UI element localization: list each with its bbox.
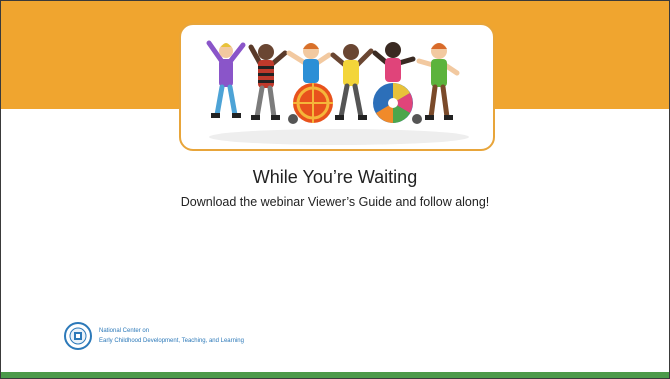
hero-image-card: [179, 23, 495, 151]
child-figure-2: [248, 44, 288, 120]
head-start-seal-icon: [64, 322, 92, 350]
child-figure-4: [330, 44, 374, 120]
slide-subtitle: Download the webinar Viewer’s Guide and …: [180, 195, 490, 209]
child-figure-1: [206, 40, 246, 118]
presentation-slide: While You’re Waiting Download the webina…: [0, 0, 670, 379]
organization-logo: National Center on Early Childhood Devel…: [63, 321, 253, 351]
child-figure-3-wheelchair: [286, 43, 333, 124]
logo-text-line-1: National Center on: [99, 328, 150, 334]
logo-text-line-2: Early Childhood Development, Teaching, a…: [99, 338, 244, 344]
child-figure-5-wheelchair: [372, 42, 422, 124]
child-figure-6: [416, 43, 460, 120]
children-holding-hands-illustration: [206, 40, 469, 145]
slide-title: While You’re Waiting: [252, 167, 418, 187]
bottom-green-band: [1, 372, 669, 378]
